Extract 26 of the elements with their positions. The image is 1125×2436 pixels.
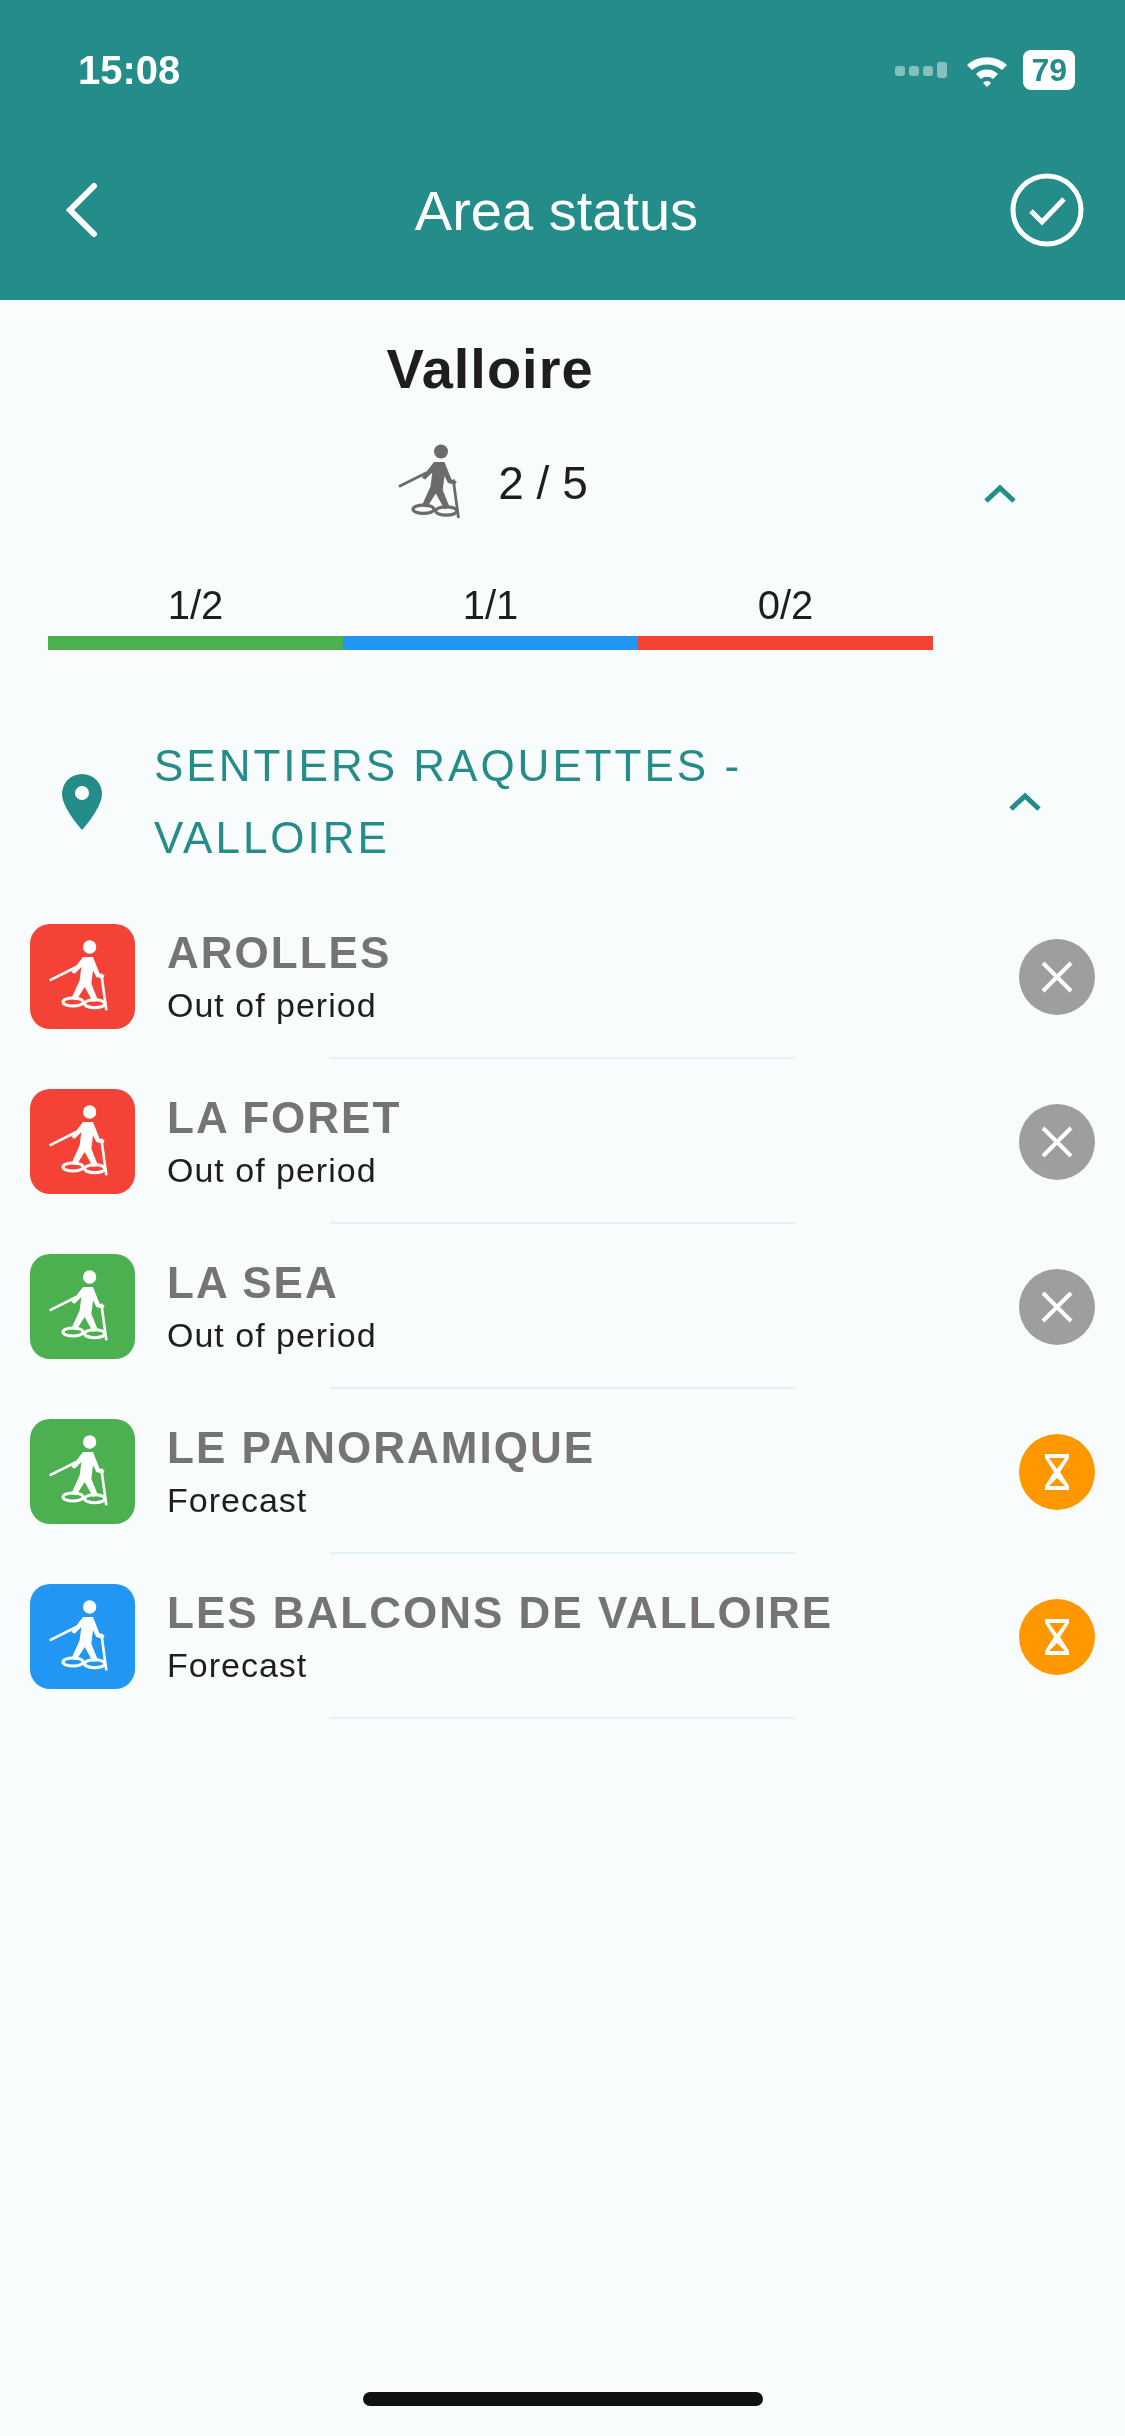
battery-level: 79 — [1023, 50, 1075, 90]
trail-status: Out of period — [167, 1316, 378, 1355]
status-time: 15:08 — [78, 47, 181, 93]
section-title: SENTIERS RAQUETTES - VALLOIRE — [154, 740, 744, 864]
trail-name: AROLLES — [167, 928, 393, 978]
trail-name: LA SEA — [167, 1258, 340, 1308]
trail-name: LES BALCONS DE VALLOIRE — [167, 1588, 835, 1638]
segment-count: 0/2 — [757, 583, 814, 628]
segment-count: 1/2 — [167, 583, 224, 628]
trail-status: Forecast — [167, 1481, 309, 1520]
trail-row[interactable]: LE PANORAMIQUE Forecast — [0, 1389, 1125, 1554]
screen-title: Area status — [414, 177, 699, 243]
location-pin-icon — [60, 772, 104, 832]
trail-name: LE PANORAMIQUE — [167, 1423, 597, 1473]
trail-status: Out of period — [167, 1151, 378, 1190]
area-name: Valloire — [386, 336, 594, 401]
open-count: 2 / 5 — [498, 456, 588, 510]
trail-status: Out of period — [167, 986, 378, 1025]
trail-row[interactable]: AROLLES Out of period — [0, 894, 1125, 1059]
confirm-button[interactable] — [1009, 172, 1085, 248]
trail-row[interactable]: LA FORET Out of period — [0, 1059, 1125, 1224]
trail-name: LA FORET — [167, 1093, 403, 1143]
trail-row[interactable]: LES BALCONS DE VALLOIRE Forecast — [0, 1554, 1125, 1719]
trail-status: Forecast — [167, 1646, 309, 1685]
segment-count: 1/1 — [462, 583, 519, 628]
trail-row[interactable]: LA SEA Out of period — [0, 1224, 1125, 1389]
